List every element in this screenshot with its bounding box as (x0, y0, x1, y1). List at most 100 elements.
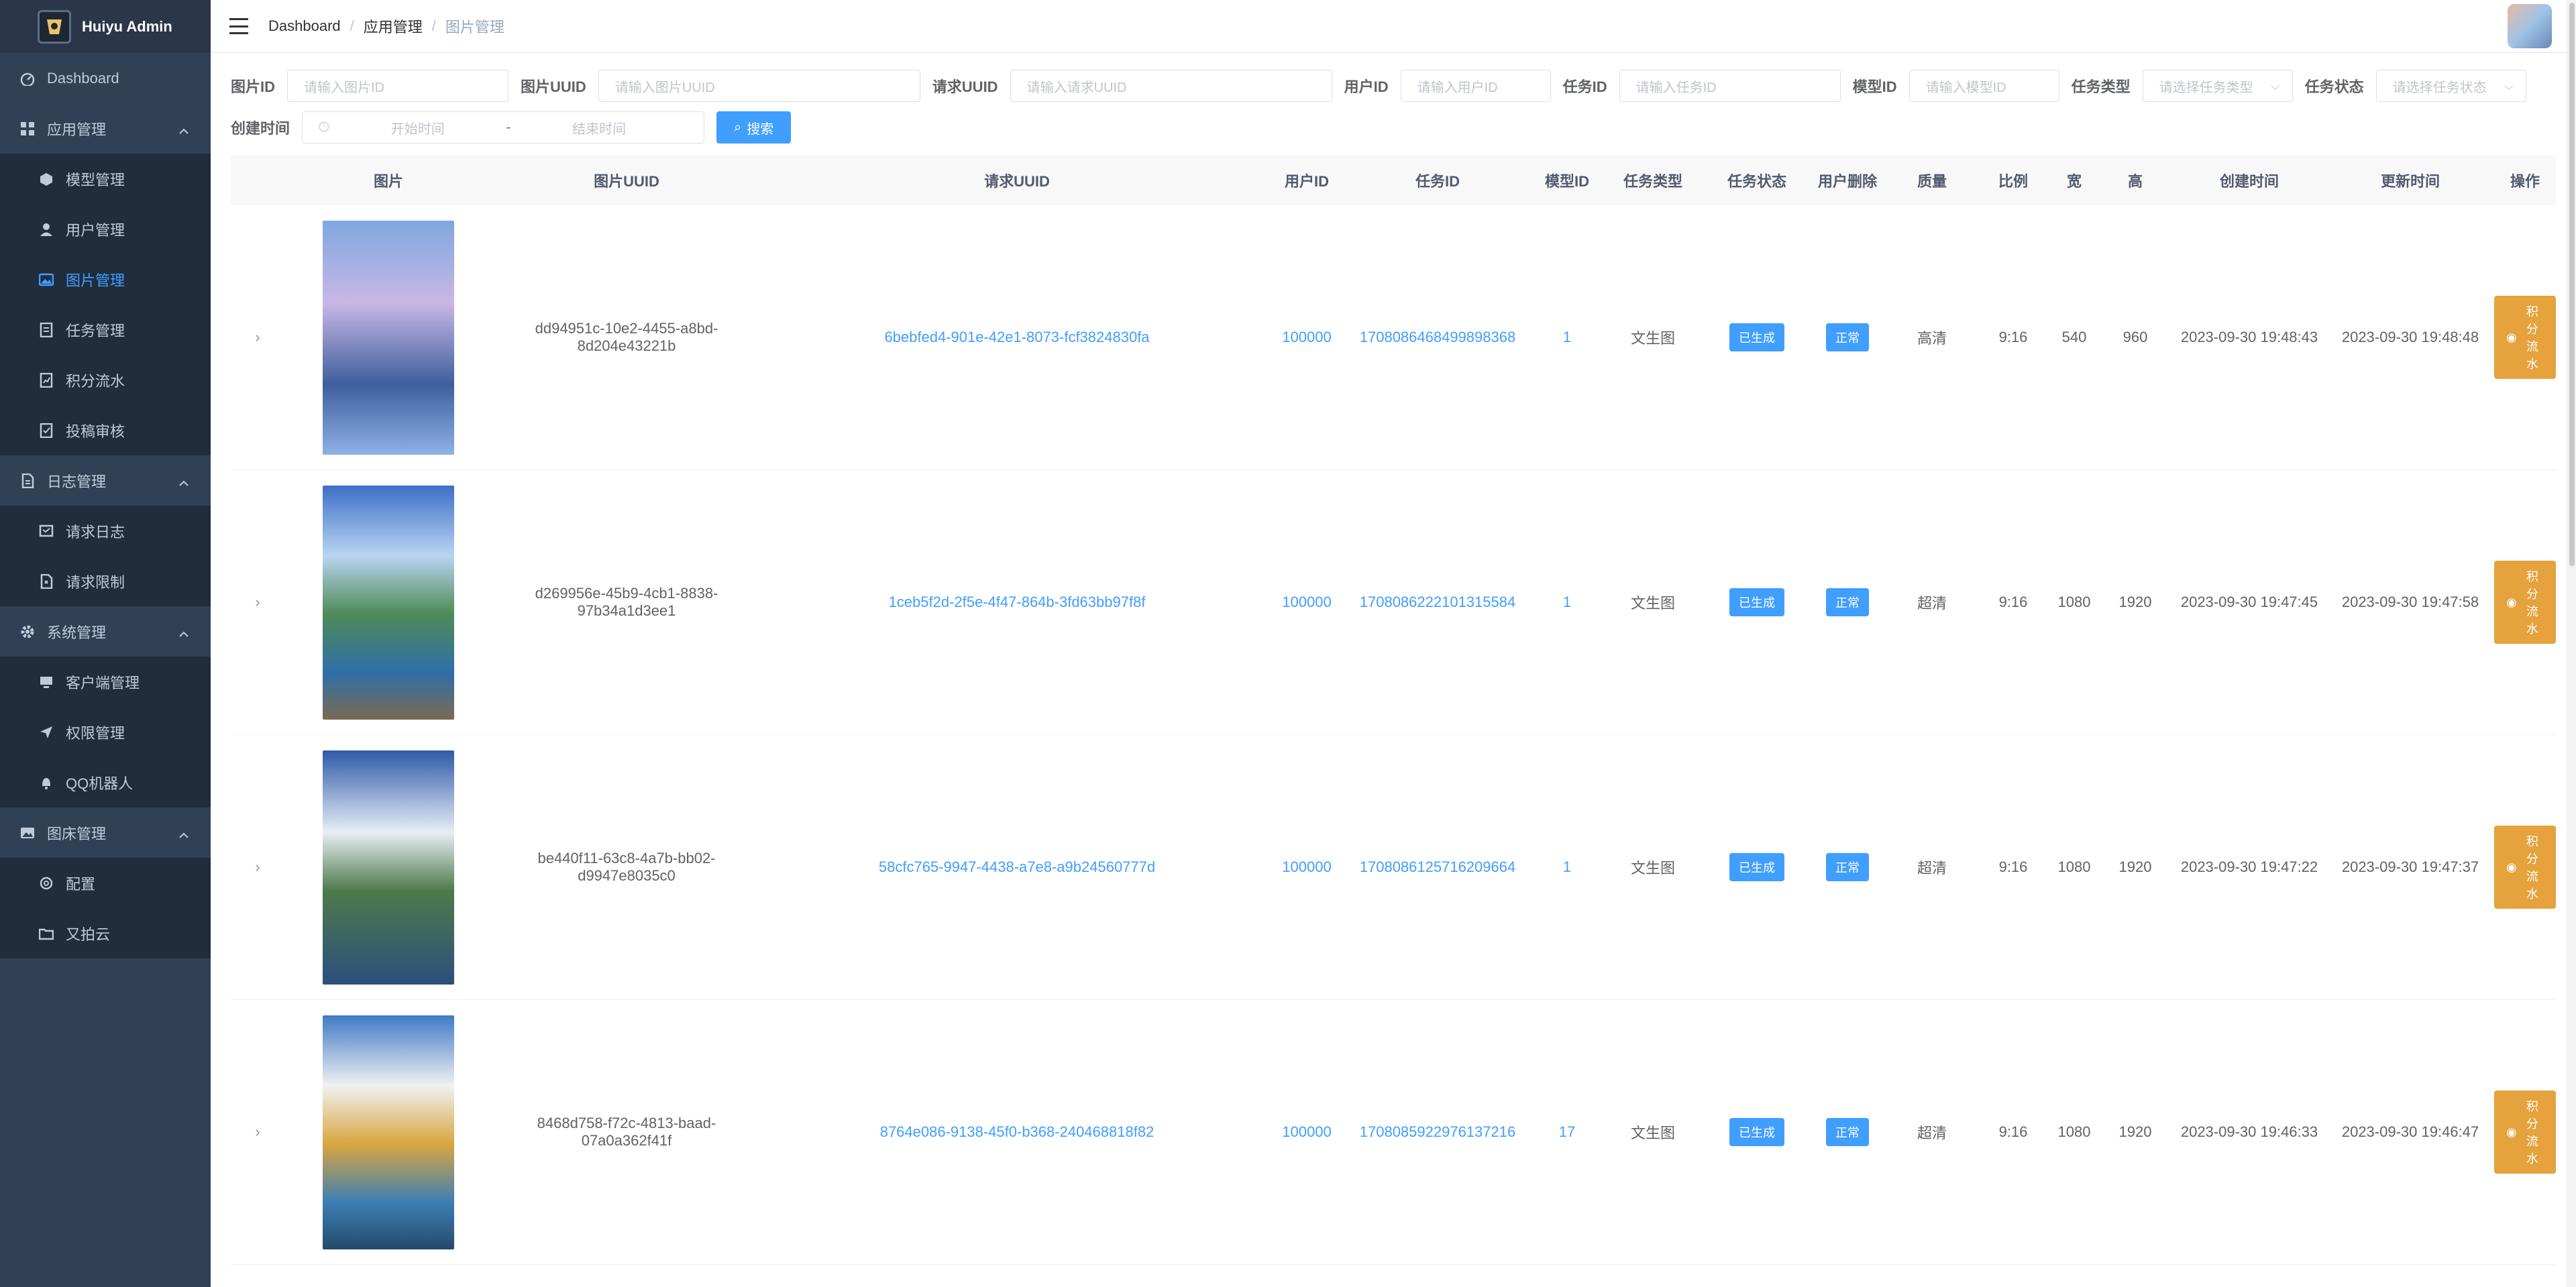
thumbnail-image[interactable] (323, 485, 454, 720)
sidebar-group-logs[interactable]: 日志管理 (0, 455, 211, 506)
task-id-input[interactable]: 请输入任务ID (1619, 70, 1841, 102)
cell-width: 540 (2061, 329, 2087, 345)
sidebar-group-label: 日志管理 (47, 473, 107, 490)
sidebar-item-points[interactable]: 积分流水 (0, 355, 211, 405)
cell-task-id[interactable]: 1708086222101315584 (1340, 594, 1535, 611)
cell-request-uuid[interactable]: 8764e086-9138-45f0-b368-240468818f82 (761, 1123, 1273, 1141)
search-button[interactable]: ⌕ 搜索 (716, 111, 792, 144)
sidebar-item-label: 模型管理 (66, 171, 125, 188)
task-type-select[interactable]: 请选择任务类型 ⌵ (2142, 70, 2293, 102)
dashboard-icon (20, 71, 35, 86)
sidebar-group-label: 图床管理 (47, 825, 107, 842)
cell-user-id[interactable]: 100000 (1273, 1123, 1340, 1141)
sidebar-item-request-limit[interactable]: 请求限制 (0, 556, 211, 606)
points-flow-button[interactable]: ◉ 积分流水 (2494, 826, 2556, 909)
date-range-picker[interactable]: 🕒︎ 开始时间 - 结束时间 (302, 111, 705, 144)
breadcrumb-item[interactable]: 应用管理 (364, 15, 423, 37)
sidebar-group-app[interactable]: 应用管理 (0, 103, 211, 154)
sidebar-item-images[interactable]: 图片管理 (0, 254, 211, 304)
cell-status: 已生成 (1707, 853, 1807, 881)
points-flow-button[interactable]: ◉ 积分流水 (2494, 1090, 2556, 1174)
expand-chevron-icon[interactable]: › (231, 1123, 284, 1141)
cell-model-id[interactable]: 1 (1535, 594, 1599, 611)
hamburger-icon[interactable] (229, 18, 248, 34)
thumbnail-image[interactable] (323, 1015, 454, 1249)
image-uuid-input[interactable]: 请输入图片UUID (598, 70, 920, 102)
breadcrumb-item[interactable]: Dashboard (268, 17, 341, 35)
search-icon: ⌕ (734, 119, 742, 135)
sidebar-item-qq-bot[interactable]: QQ机器人 (0, 757, 211, 807)
sidebar-group-system[interactable]: 系统管理 (0, 606, 211, 657)
cell-request-uuid[interactable]: 1ceb5f2d-2f5e-4f47-864b-3fd63bb97f8f (761, 594, 1273, 611)
cell-updated: 2023-09-30 19:46:47 (2341, 1123, 2479, 1140)
sidebar-item-review[interactable]: 投稿审核 (0, 405, 211, 455)
cell-task-type: 文生图 (1630, 595, 1675, 612)
model-id-input[interactable]: 请输入模型ID (1909, 70, 2059, 102)
sidebar-item-request-log[interactable]: 请求日志 (0, 506, 211, 556)
cell-user-id[interactable]: 100000 (1273, 594, 1340, 611)
sidebar-item-label: QQ机器人 (66, 775, 133, 792)
sidebar-item-models[interactable]: 模型管理 (0, 154, 211, 204)
submenu-imagebed: 配置 又拍云 (0, 858, 211, 958)
cell-width: 1080 (2057, 858, 2091, 875)
cell-user-id[interactable]: 100000 (1273, 858, 1340, 876)
image-id-input[interactable]: 请输入图片ID (287, 70, 509, 102)
col-header: 任务ID (1415, 173, 1460, 190)
expand-chevron-icon[interactable]: › (231, 329, 284, 346)
cell-quality: 超清 (1917, 1125, 1947, 1141)
date-start[interactable]: 开始时间 (391, 118, 445, 137)
expand-chevron-icon[interactable]: › (231, 858, 284, 876)
filter-form: 图片ID 请输入图片ID 图片UUID 请输入图片UUID 请求UUID 请输入… (211, 53, 2576, 148)
cell-image-uuid: d269956e-45b9-4cb1-8838-97b34a1d3ee1 (535, 585, 718, 619)
thumbnail-image[interactable] (323, 220, 454, 455)
chevron-up-icon (178, 625, 189, 642)
sidebar-item-config[interactable]: 配置 (0, 858, 211, 908)
label-image-id: 图片ID (231, 78, 276, 95)
request-uuid-input[interactable]: 请输入请求UUID (1010, 70, 1332, 102)
sidebar-item-users[interactable]: 用户管理 (0, 204, 211, 254)
cell-user-id[interactable]: 100000 (1273, 329, 1340, 346)
sidebar-item-dashboard[interactable]: Dashboard (0, 53, 211, 103)
breadcrumb: Dashboard / 应用管理 / 图片管理 (268, 15, 504, 37)
cell-task-id[interactable]: 1708085922976137216 (1340, 1123, 1535, 1141)
logo[interactable]: Huiyu Admin (0, 0, 211, 53)
cell-image (284, 485, 492, 720)
sidebar-group-imagebed[interactable]: 图床管理 (0, 807, 211, 858)
chevron-down-icon: ⌵ (2504, 78, 2514, 93)
user-id-input[interactable]: 请输入用户ID (1400, 70, 1551, 102)
cell-model-id[interactable]: 17 (1535, 1123, 1599, 1141)
cell-task-id[interactable]: 1708086125716209664 (1340, 858, 1535, 876)
points-flow-button[interactable]: ◉ 积分流水 (2494, 296, 2556, 379)
config-icon (39, 876, 54, 891)
cell-request-uuid[interactable]: 6bebfed4-901e-42e1-8073-fcf3824830fa (761, 329, 1273, 346)
task-status-select[interactable]: 请选择任务状态 ⌵ (2375, 70, 2526, 102)
col-header: 高 (2127, 173, 2143, 190)
date-end[interactable]: 结束时间 (572, 118, 626, 137)
cell-width: 1080 (2057, 1123, 2091, 1140)
sidebar-item-tasks[interactable]: 任务管理 (0, 304, 211, 355)
cell-task-id[interactable]: 1708086468499898368 (1340, 329, 1535, 346)
monitor-icon (39, 675, 54, 689)
cell-ratio: 9:16 (1998, 1123, 2028, 1140)
scrollbar-thumb[interactable] (2569, 3, 2575, 566)
cell-model-id[interactable]: 1 (1535, 329, 1599, 346)
points-flow-button[interactable]: ◉ 积分流水 (2494, 561, 2556, 644)
cell-created: 2023-09-30 19:47:45 (2180, 594, 2318, 610)
cell-model-id[interactable]: 1 (1535, 858, 1599, 876)
gear-icon (20, 624, 35, 639)
cell-task-type: 文生图 (1630, 1125, 1675, 1141)
avatar[interactable] (2508, 4, 2552, 48)
sidebar-item-label: 客户端管理 (66, 674, 140, 691)
thumbnail-image[interactable] (323, 750, 454, 985)
sidebar-item-upyun[interactable]: 又拍云 (0, 908, 211, 958)
cell-task-type: 文生图 (1630, 860, 1675, 877)
table-header: 图片 图片UUID 请求UUID 用户ID 任务ID 模型ID 任务类型 任务状… (231, 156, 2556, 205)
cell-request-uuid[interactable]: 58cfc765-9947-4438-a7e8-a9b24560777d (761, 858, 1273, 876)
request-log-icon (39, 524, 54, 539)
sidebar-item-clients[interactable]: 客户端管理 (0, 657, 211, 707)
expand-chevron-icon[interactable]: › (231, 594, 284, 611)
sidebar-item-permissions[interactable]: 权限管理 (0, 707, 211, 757)
scrollbar[interactable] (2567, 0, 2576, 1287)
status-badge: 已生成 (1729, 323, 1784, 351)
col-header: 图片 (373, 173, 403, 190)
